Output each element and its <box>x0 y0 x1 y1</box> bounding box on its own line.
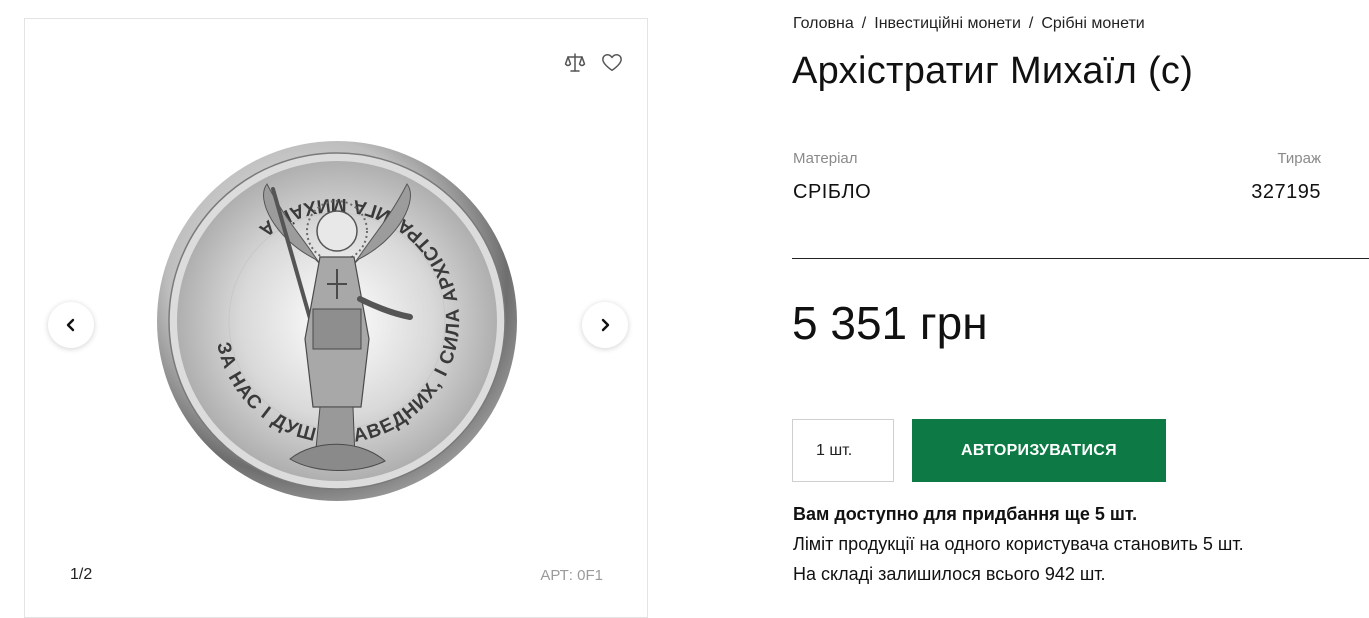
breadcrumb-silver-coins[interactable]: Срібні монети <box>1041 15 1144 32</box>
material-value: СРІБЛО <box>793 181 872 203</box>
compare-button[interactable] <box>563 51 587 75</box>
breadcrumb-investment-coins[interactable]: Інвестиційні монети <box>874 15 1021 32</box>
quantity-input[interactable] <box>792 419 894 482</box>
breadcrumb-separator: / <box>861 15 867 32</box>
image-counter: 1/2 <box>70 566 93 583</box>
divider <box>792 258 1369 259</box>
breadcrumb: Головна / Інвестиційні монети / Срібні монет… <box>793 15 1145 33</box>
chevron-right-icon <box>601 318 610 332</box>
breadcrumb-home[interactable]: Головна <box>793 15 854 32</box>
material-label: Матеріал <box>793 150 858 167</box>
next-image-button[interactable] <box>582 302 628 348</box>
stock-note: На складі залишилося всього 942 шт. <box>793 564 1106 584</box>
user-limit-note: Ліміт продукції на одного користувача ст… <box>793 534 1244 554</box>
mintage-value: 327195 <box>1251 181 1321 203</box>
chevron-left-icon <box>66 318 75 332</box>
breadcrumb-separator: / <box>1028 15 1034 32</box>
scales-icon <box>564 53 586 72</box>
article-code: АРТ: 0F1 <box>540 567 603 584</box>
coin-image: ЗА НАС І ДУШІ ПРАВЕДНИХ, І СИЛА АРХІСТРА… <box>157 141 517 501</box>
favorite-button[interactable] <box>600 51 624 75</box>
login-button[interactable]: АВТОРИЗУВАТИСЯ <box>912 419 1166 482</box>
availability-note: Вам доступно для придбання ще 5 шт. <box>793 504 1138 524</box>
product-gallery: ЗА НАС І ДУШІ ПРАВЕДНИХ, І СИЛА АРХІСТРА… <box>24 18 648 618</box>
mintage-label: Тираж <box>1277 150 1321 167</box>
product-title: Архістратиг Михаїл (с) <box>792 50 1194 92</box>
prev-image-button[interactable] <box>48 302 94 348</box>
product-price: 5 351 грн <box>792 297 988 349</box>
heart-icon <box>602 54 622 72</box>
